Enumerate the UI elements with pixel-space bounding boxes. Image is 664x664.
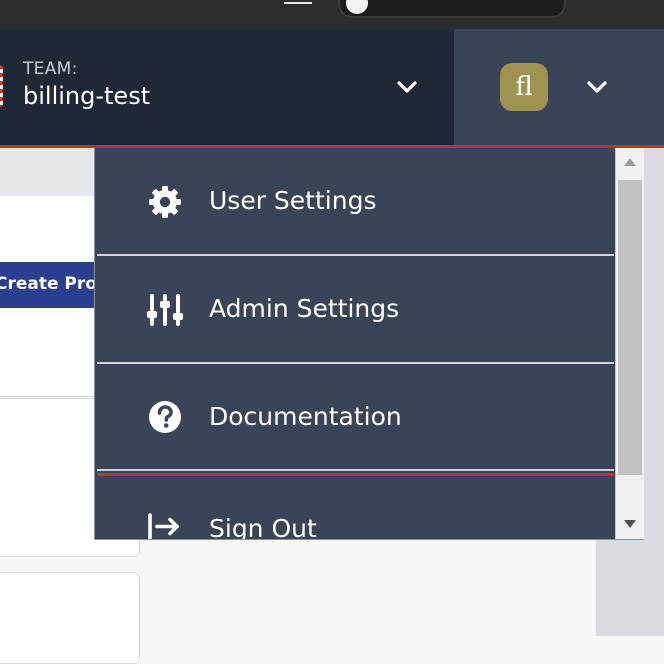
gear-icon	[149, 186, 181, 218]
menu-item-admin-settings[interactable]: Admin Settings	[97, 256, 614, 360]
user-menu-toggle[interactable]: fl	[456, 29, 664, 145]
user-dropdown-menu: User Settings Admin Settings Documentati…	[94, 148, 644, 540]
team-caption: TEAM:	[23, 59, 78, 79]
avatar[interactable]: fl	[500, 63, 548, 111]
create-project-button[interactable]: Create Proj	[0, 262, 96, 308]
toggle-switch[interactable]	[338, 0, 566, 18]
create-project-label: Create Proj	[0, 274, 96, 294]
scroll-up-arrow-icon[interactable]	[624, 158, 636, 166]
scroll-down-arrow-icon[interactable]	[624, 520, 636, 528]
toggle-knob	[346, 0, 368, 14]
content-card	[0, 572, 140, 664]
menu-item-documentation[interactable]: Documentation	[97, 364, 614, 468]
team-flag-icon	[0, 65, 3, 107]
team-selector[interactable]: TEAM: billing-test	[0, 29, 455, 145]
menu-item-label: User Settings	[209, 186, 377, 215]
menu-item-sign-out[interactable]: Sign Out	[97, 476, 614, 540]
dropdown-scrollbar[interactable]	[615, 148, 644, 539]
menu-item-label: Documentation	[209, 402, 402, 431]
app-header: TEAM: billing-test fl	[0, 29, 664, 145]
page-toolbar	[0, 148, 96, 196]
menu-item-user-settings[interactable]: User Settings	[97, 148, 614, 252]
team-name: billing-test	[23, 82, 151, 110]
question-circle-icon	[149, 401, 181, 433]
scrollbar-thumb[interactable]	[618, 180, 642, 475]
sliders-icon	[147, 294, 183, 326]
hamburger-menu-icon[interactable]	[284, 0, 312, 4]
chevron-down-icon[interactable]	[396, 79, 418, 95]
browser-toolbar	[0, 0, 664, 29]
menu-divider	[97, 469, 614, 471]
chevron-down-icon[interactable]	[586, 79, 608, 95]
menu-item-label: Sign Out	[209, 514, 317, 540]
sign-out-icon	[148, 513, 179, 539]
menu-item-label: Admin Settings	[209, 294, 400, 323]
